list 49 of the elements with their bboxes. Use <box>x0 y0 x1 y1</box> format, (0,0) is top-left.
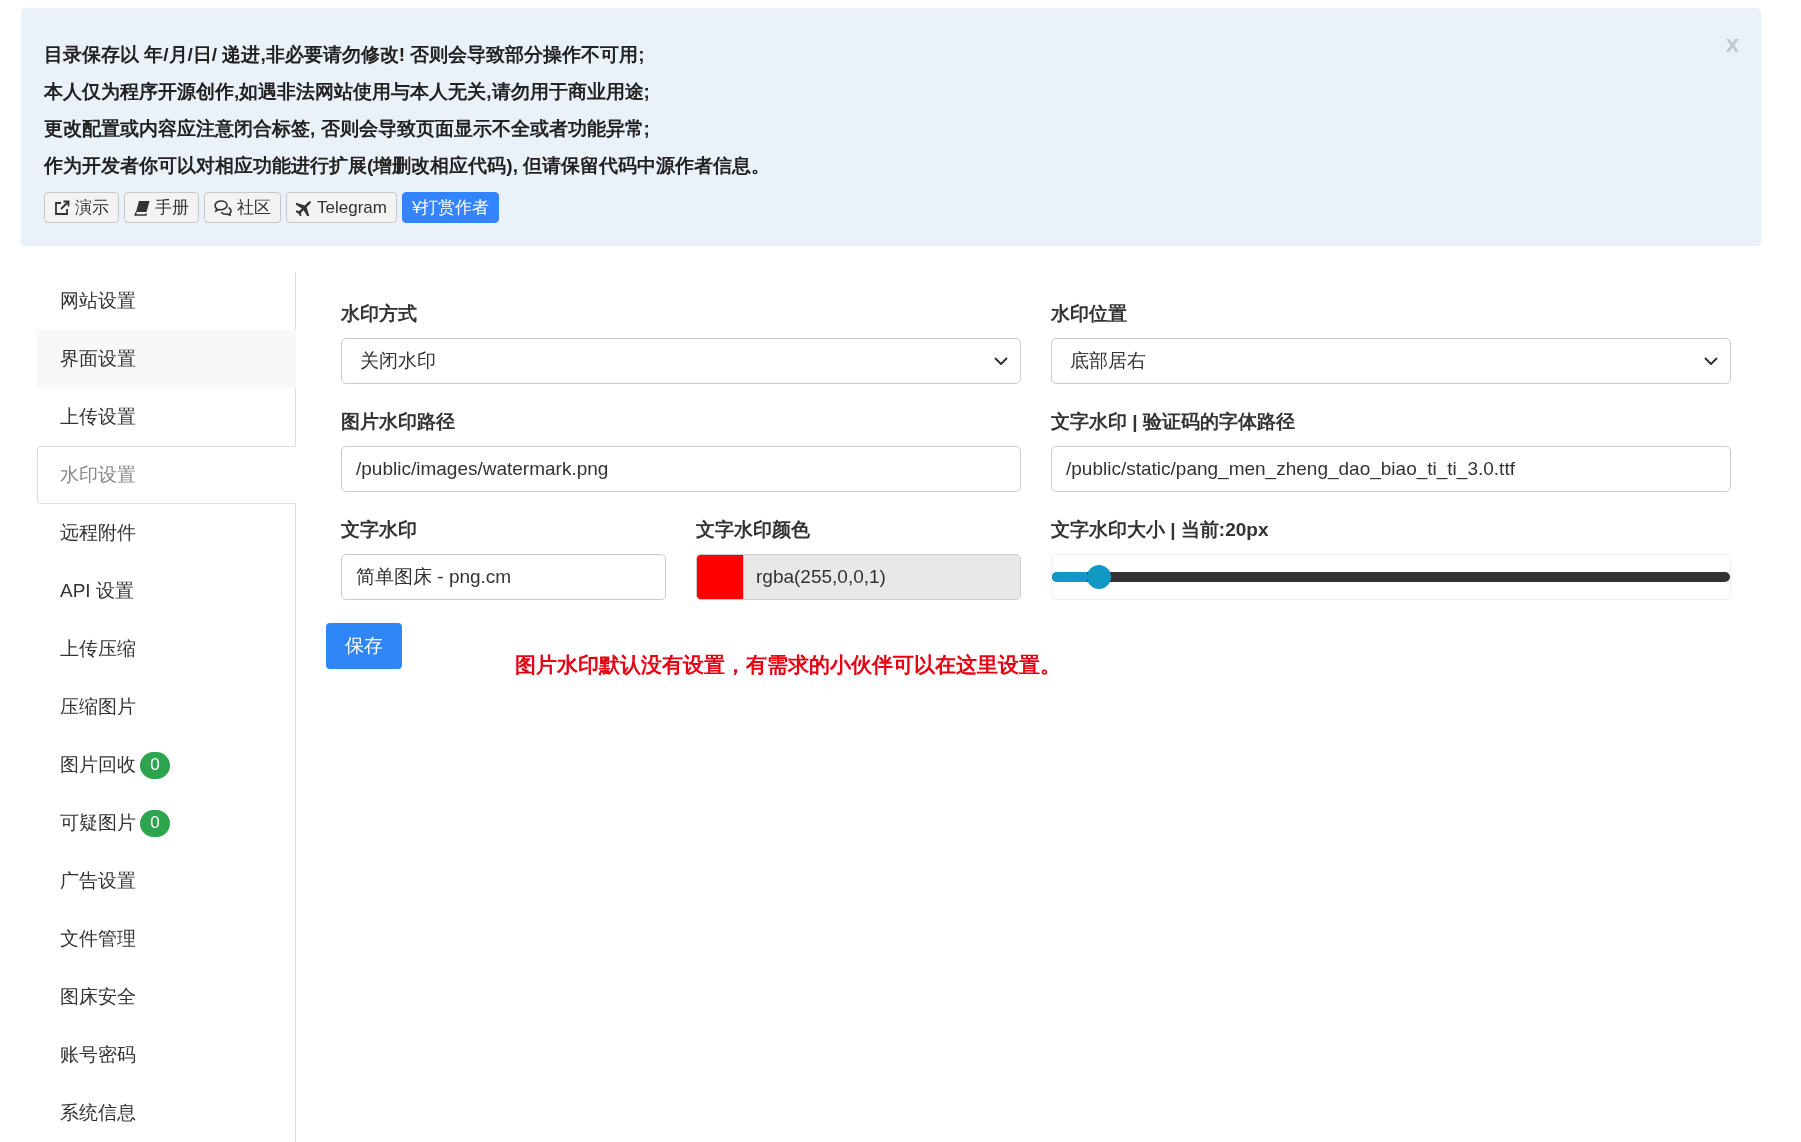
sidebar-item[interactable]: 账号密码 <box>37 1026 296 1084</box>
hint-text: 图片水印默认没有设置，有需求的小伙伴可以在这里设置。 <box>515 652 1061 678</box>
color-swatch-icon[interactable] <box>696 554 743 600</box>
sidebar-item[interactable]: 上传压缩 <box>37 620 296 678</box>
sidebar-item[interactable]: 图片回收 0 <box>37 736 296 794</box>
field-label: 文字水印 <box>341 518 418 542</box>
sidebar-item[interactable]: 上传设置 <box>37 388 296 446</box>
slider-thumb[interactable] <box>1087 565 1112 589</box>
notice-text: 更改配置或内容应注意闭合标签, 否则会导致页面显示不全或者功能异常; <box>44 117 651 141</box>
text-input[interactable]: /public/images/watermark.png <box>341 446 1021 492</box>
field-label: 文字水印 | 验证码的字体路径 <box>1051 410 1296 434</box>
sidebar-item[interactable]: 远程附件 <box>37 504 296 562</box>
link-button[interactable]: Telegram <box>286 192 397 223</box>
speech-bubbles-icon <box>214 199 232 216</box>
field-label: 文字水印大小 | 当前:20px <box>1051 518 1270 542</box>
sidebar-item[interactable]: 网站设置 <box>37 272 296 330</box>
sidebar-item[interactable]: 可疑图片 0 <box>37 794 296 852</box>
link-button[interactable]: 手册 <box>124 192 199 223</box>
link-button[interactable]: 演示 <box>44 192 119 223</box>
count-badge: 0 <box>140 809 170 837</box>
field-label: 水印方式 <box>341 302 418 326</box>
notice-text: 目录保存以 年/月/日/ 递进,非必要请勿修改! 否则会导致部分操作不可用; <box>44 43 646 67</box>
sidebar-item[interactable]: 界面设置 <box>37 330 296 388</box>
color-value-input[interactable]: rgba(255,0,0,1) <box>743 554 1021 600</box>
airplane-icon <box>296 199 312 216</box>
sidebar-item[interactable]: 文件管理 <box>37 910 296 968</box>
chevron-down-icon <box>1704 357 1718 365</box>
text-input[interactable]: 简单图床 - png.cm <box>341 554 666 600</box>
sidebar-item[interactable]: 水印设置 <box>37 446 296 504</box>
field-label: 水印位置 <box>1051 302 1128 326</box>
sidebar-item[interactable]: API 设置 <box>37 562 296 620</box>
notice-text: 作为开发者你可以对相应功能进行扩展(增删改相应代码), 但请保留代码中源作者信息。 <box>44 154 771 178</box>
select-field[interactable]: 底部居右 <box>1051 338 1731 384</box>
sidebar-item[interactable]: 系统信息 <box>37 1084 296 1142</box>
donate-button[interactable]: ¥打赏作者 <box>401 192 500 223</box>
chevron-down-icon <box>994 357 1008 365</box>
link-button[interactable]: 社区 <box>204 192 281 223</box>
field-label: 文字水印颜色 <box>696 518 811 542</box>
count-badge: 0 <box>140 751 170 779</box>
external-link-icon <box>54 199 70 216</box>
text-input[interactable]: /public/static/pang_men_zheng_dao_biao_ti_ti_3.0.ttf <box>1051 446 1731 492</box>
field-label: 图片水印路径 <box>341 410 456 434</box>
save-button[interactable]: 保存 <box>326 623 402 669</box>
sidebar-item[interactable]: 图床安全 <box>37 968 296 1026</box>
select-field[interactable]: 关闭水印 <box>341 338 1021 384</box>
sidebar-item[interactable]: 广告设置 <box>37 852 296 910</box>
book-icon <box>134 199 150 216</box>
sidebar-item[interactable]: 压缩图片 <box>37 678 296 736</box>
notice-text: 本人仅为程序开源创作,如遇非法网站使用与本人无关,请勿用于商业用途; <box>44 80 651 104</box>
